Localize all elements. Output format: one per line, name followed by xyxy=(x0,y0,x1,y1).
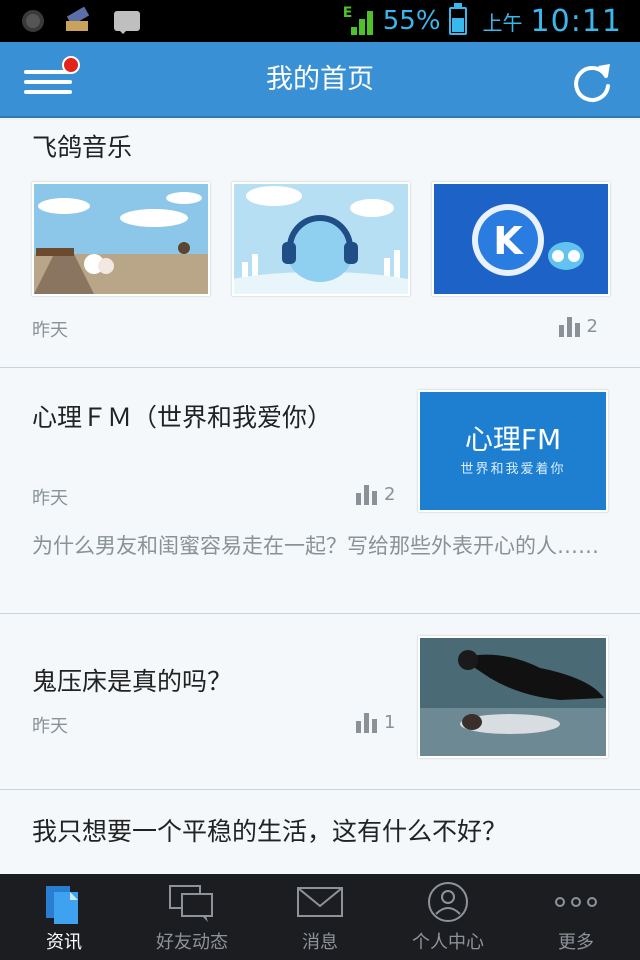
broom-icon xyxy=(66,9,92,33)
page-title: 我的首页 xyxy=(266,64,374,95)
tab-more[interactable]: 更多 xyxy=(512,874,640,960)
card-date: 昨天 xyxy=(32,320,68,341)
card-title: 我只想要一个平稳的生活，这有什么不好？ xyxy=(32,817,508,846)
thumb-fm-subtitle: 世界和我爱着你 xyxy=(460,462,566,477)
menu-button[interactable] xyxy=(24,56,80,98)
tab-profile[interactable]: 个人中心 xyxy=(384,874,512,960)
thumb-railway[interactable] xyxy=(32,182,210,296)
view-count: 2 xyxy=(558,316,598,337)
tab-label: 好友动态 xyxy=(156,932,228,953)
clock: 10:11 xyxy=(530,3,622,39)
view-count: 2 xyxy=(356,484,395,505)
card-title: 心理ＦＭ（世界和我爱你） xyxy=(32,403,333,432)
thumb-fm[interactable]: 心理FM 世界和我爱着你 xyxy=(418,390,608,512)
tab-friends[interactable]: 好友动态 xyxy=(128,874,256,960)
message-icon xyxy=(114,11,140,34)
ampm: 上午 xyxy=(482,10,523,35)
feed-card-life[interactable]: 我只想要一个平稳的生活，这有什么不好？ xyxy=(0,790,640,874)
document-icon xyxy=(46,886,78,924)
person-icon xyxy=(428,882,468,922)
more-icon xyxy=(555,897,597,907)
signal-icon: E xyxy=(343,5,375,35)
bar-chart-icon xyxy=(558,317,581,337)
app-header: 我的首页 xyxy=(0,42,640,118)
thumb-headphones[interactable] xyxy=(232,182,410,296)
thumb-ghost[interactable] xyxy=(418,636,608,758)
card-title: 鬼压床是真的吗？ xyxy=(32,667,233,696)
card-title: 飞鸽音乐 xyxy=(32,133,133,162)
card-date: 昨天 xyxy=(32,488,68,509)
tab-label: 资讯 xyxy=(46,932,82,953)
thumb-kugou[interactable]: K xyxy=(432,182,610,296)
battery-icon xyxy=(448,3,467,35)
battery-percent: 55% xyxy=(382,6,441,36)
tab-news[interactable]: 资讯 xyxy=(0,874,128,960)
envelope-icon xyxy=(297,887,343,917)
bar-chart-icon xyxy=(356,713,378,733)
feed-card-ghost[interactable]: 鬼压床是真的吗？ 昨天 1 xyxy=(0,614,640,790)
tab-label: 更多 xyxy=(558,932,594,953)
tab-label: 个人中心 xyxy=(412,932,484,953)
notification-dot-icon xyxy=(22,10,44,32)
bar-chart-icon xyxy=(356,485,378,505)
refresh-icon[interactable] xyxy=(570,60,614,104)
tab-messages[interactable]: 消息 xyxy=(256,874,384,960)
feed-card-music[interactable]: 飞鸽音乐 K 昨天 2 xyxy=(0,120,640,368)
tab-label: 消息 xyxy=(302,932,338,953)
thumb-fm-title: 心理FM xyxy=(464,423,562,456)
bottom-tab-bar: 资讯 好友动态 消息 个人中心 更多 xyxy=(0,874,640,960)
status-bar: E 55% 上午 10:11 xyxy=(0,0,640,42)
feed-list: 飞鸽音乐 K 昨天 2 心理ＦＭ（世界和我爱你） 昨天 2 心理FM 世界和我爱… xyxy=(0,120,640,874)
notification-badge xyxy=(62,56,80,74)
card-date: 昨天 xyxy=(32,716,68,737)
view-count: 1 xyxy=(356,712,395,733)
svg-text:K: K xyxy=(493,219,524,263)
card-excerpt: 为什么男友和闺蜜容易走在一起？写给那些外表开心的人…… xyxy=(32,534,599,558)
chat-icon xyxy=(169,885,213,922)
feed-card-fm[interactable]: 心理ＦＭ（世界和我爱你） 昨天 2 心理FM 世界和我爱着你 为什么男友和闺蜜容… xyxy=(0,368,640,614)
